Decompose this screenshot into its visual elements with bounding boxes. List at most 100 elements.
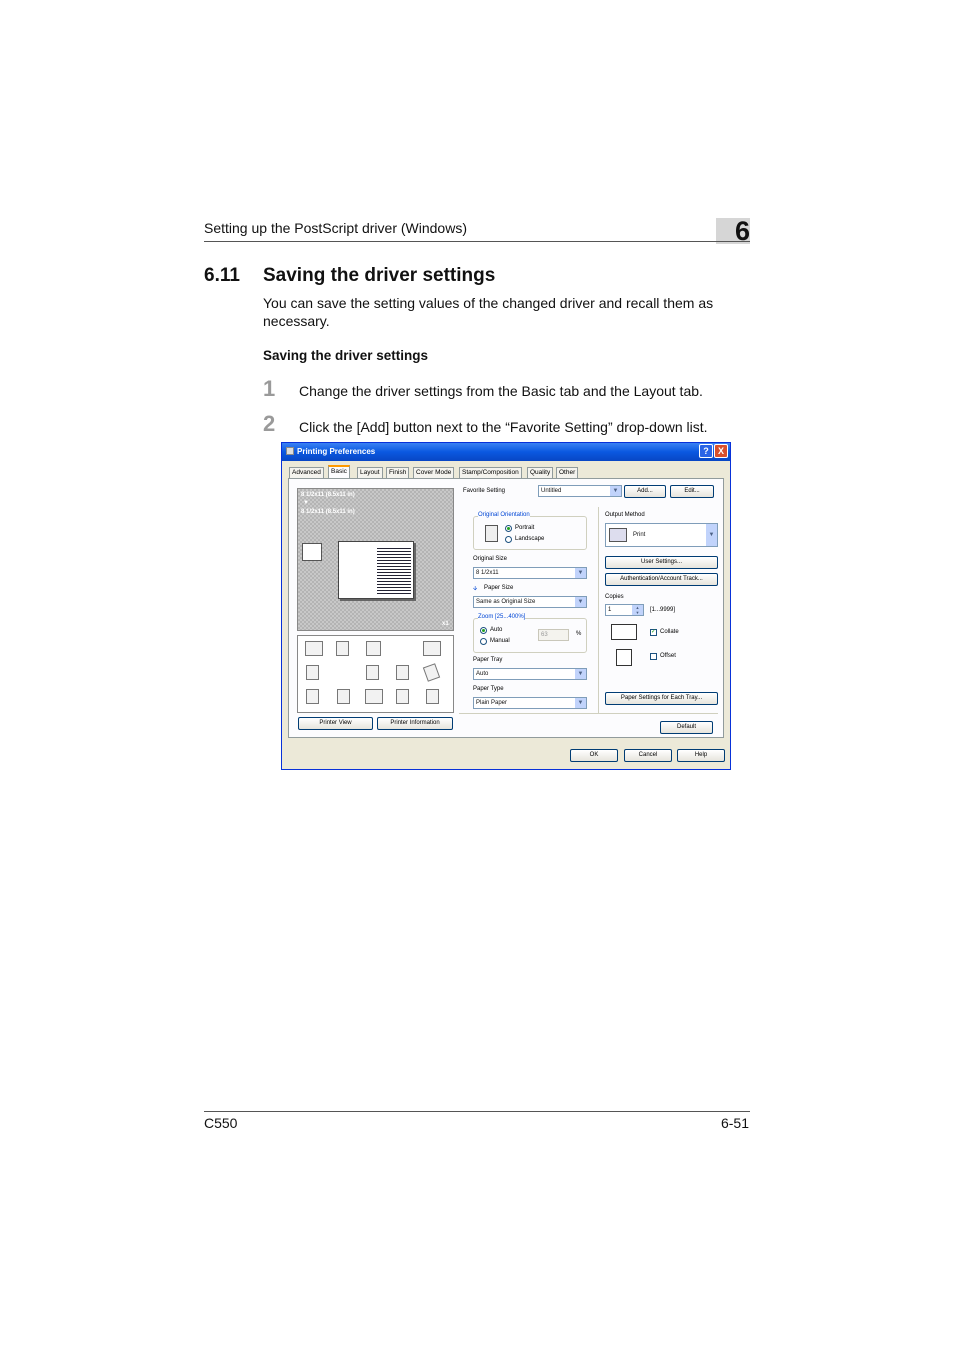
combine-icon[interactable] xyxy=(366,641,381,656)
paper-size-label: Paper Size xyxy=(484,585,514,591)
tab-basic[interactable]: Basic xyxy=(328,465,350,478)
tab-cover-mode[interactable]: Cover Mode xyxy=(413,467,455,478)
zoom-manual-radio[interactable] xyxy=(480,638,487,645)
paper-type-label: Paper Type xyxy=(473,686,504,692)
paper-type-dropdown[interactable]: Plain Paper ▼ xyxy=(473,697,587,709)
preview-arrow-icon: ▼ xyxy=(303,500,309,506)
portrait-radio[interactable] xyxy=(505,525,512,532)
printer-view-button[interactable]: Printer View xyxy=(298,717,373,730)
step-number: 2 xyxy=(263,411,276,436)
zoom-value-field[interactable]: 63 xyxy=(538,629,569,641)
staple-icon[interactable] xyxy=(336,641,349,656)
edit-button[interactable]: Edit... xyxy=(670,485,714,498)
output-method-value: Print xyxy=(633,532,646,538)
print-preview: 8 1/2x11 (8.5x11 in) ▼ 8 1/2x11 (8.5x11 … xyxy=(297,488,454,631)
preview-original-size: 8 1/2x11 (8.5x11 in) xyxy=(301,492,355,498)
output-icon[interactable] xyxy=(305,641,323,656)
tab-stamp-composition[interactable]: Stamp/Composition xyxy=(459,467,522,478)
preview-text-lines xyxy=(377,546,411,596)
output-method-label: Output Method xyxy=(605,512,645,518)
paper-type-value: Plain Paper xyxy=(476,700,508,706)
original-size-dropdown[interactable]: 8 1/2x11 ▼ xyxy=(473,567,587,579)
offset-icon xyxy=(616,649,632,666)
copy-security-icon[interactable] xyxy=(306,689,319,704)
user-settings-button[interactable]: User Settings... xyxy=(605,556,718,569)
printer-information-button[interactable]: Printer Information xyxy=(377,717,453,730)
output-method-dropdown[interactable]: Print ▼ xyxy=(605,523,718,547)
offset-checkbox[interactable] xyxy=(650,653,657,660)
paper-size-dropdown[interactable]: Same as Original Size ▼ xyxy=(473,596,587,608)
function-icons-panel xyxy=(297,635,454,713)
collate-checkbox[interactable]: ✓ xyxy=(650,629,657,636)
favorite-setting-dropdown[interactable]: Untitled ▼ xyxy=(538,485,622,497)
original-size-label: Original Size xyxy=(473,556,508,562)
chevron-down-icon: ▼ xyxy=(610,486,621,496)
default-button[interactable]: Default xyxy=(660,721,713,734)
user-icon[interactable] xyxy=(337,689,350,704)
orientation-label: Original Orientation xyxy=(478,512,530,518)
overlay-icon[interactable] xyxy=(422,663,441,682)
dialog-title-bar: Printing Preferences ? X xyxy=(282,443,730,461)
zoom-auto-radio[interactable] xyxy=(480,627,487,634)
intro-paragraph: You can save the setting values of the c… xyxy=(263,295,714,329)
zoom-manual-label: Manual xyxy=(490,638,510,644)
subheading: Saving the driver settings xyxy=(263,348,429,363)
cancel-button[interactable]: Cancel xyxy=(624,749,672,762)
tab-layout[interactable]: Layout xyxy=(357,467,383,478)
portrait-page-icon xyxy=(485,525,498,542)
preview-page xyxy=(338,541,414,599)
collate-label: Collate xyxy=(660,629,679,635)
printing-preferences-dialog: Printing Preferences ? X Advanced Basic … xyxy=(281,442,731,770)
font-icon[interactable] xyxy=(366,665,379,680)
favorite-setting-value: Untitled xyxy=(541,488,562,494)
spinner-icon[interactable]: ▲ ▼ xyxy=(632,605,643,615)
paper-tray-label: Paper Tray xyxy=(473,657,503,663)
landscape-radio[interactable] xyxy=(505,536,512,543)
tab-finish[interactable]: Finish xyxy=(386,467,410,478)
paper-size-value: Same as Original Size xyxy=(476,599,536,605)
chevron-down-icon: ▼ xyxy=(575,698,586,708)
zoom-group xyxy=(473,618,587,653)
paper-tray-value: Auto xyxy=(476,671,489,677)
tray-icon[interactable] xyxy=(306,665,319,680)
zoom-label: Zoom [25...400%] xyxy=(478,614,526,620)
arrow-down-icon: 🡫 xyxy=(473,586,478,592)
watermark-icon[interactable] xyxy=(396,665,409,680)
copies-range: [1...9999] xyxy=(650,607,676,613)
tab-other[interactable]: Other xyxy=(556,467,579,478)
paper-tray-dropdown[interactable]: Auto ▼ xyxy=(473,668,587,680)
paper-settings-each-tray-button[interactable]: Paper Settings for Each Tray... xyxy=(605,692,718,705)
close-button[interactable]: X xyxy=(714,444,728,458)
footer-page-number: 6-51 xyxy=(720,1115,749,1131)
blank-page-icon[interactable] xyxy=(426,689,439,704)
zoom-auto-label: Auto xyxy=(490,627,503,633)
landscape-label: Landscape xyxy=(515,536,545,542)
account-icon[interactable] xyxy=(365,689,383,704)
tab-quality[interactable]: Quality xyxy=(527,467,554,478)
authentication-button[interactable]: Authentication/Account Track... xyxy=(605,573,718,586)
booklet-icon[interactable] xyxy=(423,641,441,656)
cover-icon[interactable] xyxy=(396,689,409,704)
preview-paper-size: 8 1/2x11 (8.5x11 in) xyxy=(301,509,355,515)
ok-button[interactable]: OK xyxy=(570,749,618,762)
help-button[interactable]: ? xyxy=(699,444,713,458)
running-header: Setting up the PostScript driver (Window… xyxy=(204,220,467,236)
step-text: Click the [Add] button next to the “Favo… xyxy=(299,419,708,435)
mini-page-icon xyxy=(302,543,322,561)
collate-icon xyxy=(611,624,637,640)
chapter-number: 6 xyxy=(734,216,750,246)
section-number: 6.11 xyxy=(204,265,240,286)
copies-value: 1 xyxy=(608,607,612,613)
chevron-down-icon: ▼ xyxy=(706,524,717,546)
panel-divider xyxy=(459,713,718,714)
preview-scale: x1 xyxy=(442,621,449,627)
add-button[interactable]: Add... xyxy=(624,485,666,498)
chevron-down-icon: ▼ xyxy=(575,597,586,607)
footer-model: C550 xyxy=(204,1115,238,1131)
copies-field[interactable]: 1 ▲ ▼ xyxy=(605,604,644,616)
help-dialog-button[interactable]: Help xyxy=(677,749,725,762)
step-text: Change the driver settings from the Basi… xyxy=(299,383,703,399)
tab-advanced[interactable]: Advanced xyxy=(289,467,324,478)
column-divider xyxy=(598,507,599,713)
chevron-down-icon: ▼ xyxy=(575,669,586,679)
